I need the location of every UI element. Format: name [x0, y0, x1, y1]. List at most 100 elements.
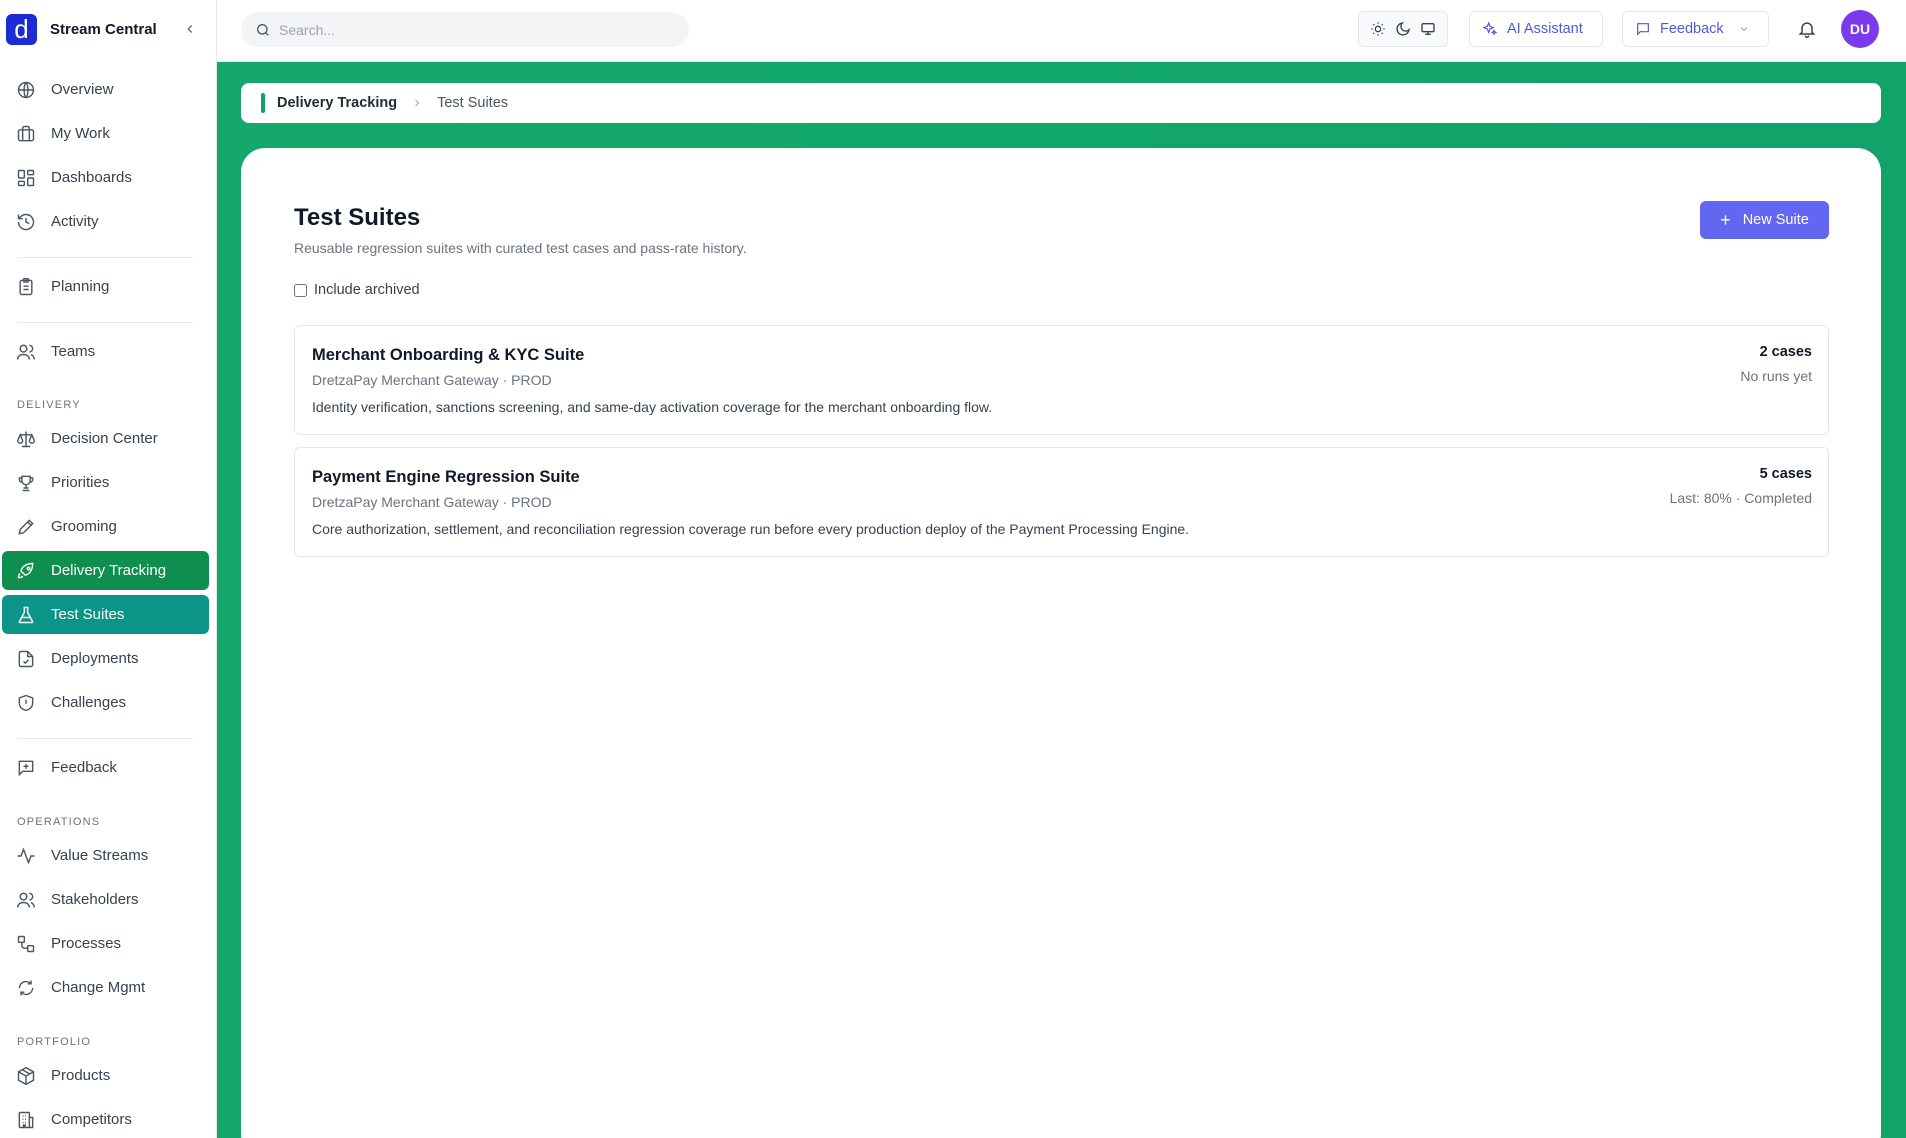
- sidebar-item-teams[interactable]: Teams: [2, 332, 209, 371]
- sidebar-item-label: Decision Center: [51, 430, 158, 447]
- sidebar-item-products[interactable]: Products: [2, 1056, 209, 1095]
- sidebar-item-label: Activity: [51, 213, 99, 230]
- briefcase-icon: [17, 125, 35, 141]
- shield-alert-icon: [18, 694, 34, 711]
- clipboard-icon: [19, 277, 33, 295]
- breadcrumb-current: Test Suites: [437, 95, 509, 111]
- sidebar-item-processes[interactable]: Processes: [2, 924, 209, 963]
- sidebar-item-label: Change Mgmt: [51, 979, 146, 996]
- sidebar-item-label: Planning: [51, 278, 110, 295]
- sidebar-item-my-work[interactable]: My Work: [2, 114, 209, 153]
- collapse-sidebar-icon[interactable]: [178, 17, 202, 41]
- top-bar: AI Assistant Feedback DU: [217, 0, 1906, 62]
- section-label-delivery: DELIVERY: [17, 399, 81, 411]
- workflow-icon: [17, 935, 35, 952]
- sidebar-item-feedback[interactable]: Feedback: [2, 748, 209, 787]
- sidebar-item-label: Stakeholders: [51, 891, 139, 908]
- users-icon: [16, 344, 36, 360]
- sidebar-item-label: Delivery Tracking: [51, 562, 167, 579]
- sidebar-item-test-suites[interactable]: Test Suites: [2, 595, 209, 634]
- moon-icon[interactable]: [1392, 18, 1414, 40]
- sidebar-item-label: Priorities: [51, 474, 110, 491]
- package-icon: [17, 1066, 35, 1085]
- brand-logo[interactable]: d: [6, 13, 37, 45]
- grid-icon: [17, 169, 35, 186]
- sidebar-item-priorities[interactable]: Priorities: [2, 463, 209, 502]
- sidebar-item-planning[interactable]: Planning: [2, 267, 209, 306]
- sidebar-item-activity[interactable]: Activity: [2, 202, 209, 241]
- theme-toggle-group: [1358, 11, 1448, 47]
- section-label-operations: OPERATIONS: [17, 816, 101, 828]
- sidebar-item-label: Teams: [51, 343, 96, 360]
- sun-icon[interactable]: [1367, 18, 1389, 40]
- pencil-icon: [18, 518, 34, 535]
- search-icon: [257, 23, 269, 36]
- building-icon: [18, 1111, 34, 1128]
- breadcrumb-accent: [261, 93, 265, 113]
- suite-run-status: No runs yet: [1740, 368, 1812, 384]
- sidebar-item-deployments[interactable]: Deployments: [2, 639, 209, 678]
- sidebar-item-change-mgmt[interactable]: Change Mgmt: [2, 968, 209, 1007]
- ai-assistant-button[interactable]: AI Assistant: [1469, 11, 1603, 47]
- suite-run-status: Last: 80% · Completed: [1669, 490, 1812, 506]
- rocket-icon: [17, 562, 34, 578]
- sidebar-item-label: Feedback: [51, 759, 117, 776]
- message-square-icon: [1637, 23, 1649, 36]
- sidebar-item-label: Test Suites: [51, 606, 125, 623]
- monitor-icon[interactable]: [1417, 18, 1439, 40]
- ai-assistant-label: AI Assistant: [1507, 21, 1583, 37]
- sidebar-item-label: My Work: [51, 125, 110, 142]
- sidebar-item-label: Processes: [51, 935, 122, 952]
- avatar[interactable]: DU: [1841, 10, 1879, 48]
- sidebar-item-delivery-tracking[interactable]: Delivery Tracking: [2, 551, 209, 590]
- section-label-portfolio: PORTFOLIO: [17, 1036, 92, 1048]
- include-archived-toggle[interactable]: Include archived: [294, 282, 420, 298]
- sidebar-item-competitors[interactable]: Competitors: [2, 1100, 209, 1138]
- sidebar-item-label: Competitors: [51, 1111, 132, 1128]
- users-icon: [16, 892, 36, 908]
- suite-title: Merchant Onboarding & KYC Suite: [312, 346, 585, 364]
- sidebar-item-grooming[interactable]: Grooming: [2, 507, 209, 546]
- page-title: Test Suites: [294, 204, 421, 231]
- sidebar-item-overview[interactable]: Overview: [2, 70, 209, 109]
- plus-icon: +: [1720, 210, 1731, 230]
- divider: [18, 738, 193, 739]
- sidebar-item-label: Deployments: [51, 650, 139, 667]
- chevron-down-icon: [1740, 27, 1748, 32]
- globe-icon: [17, 81, 35, 98]
- search-box[interactable]: [241, 12, 689, 47]
- message-plus-icon: [18, 760, 34, 776]
- suite-card[interactable]: Merchant Onboarding & KYC Suite DretzaPa…: [294, 325, 1829, 435]
- new-suite-label: New Suite: [1742, 212, 1809, 228]
- sidebar-item-challenges[interactable]: Challenges: [2, 683, 209, 722]
- chevron-right-icon: [411, 97, 423, 109]
- sidebar-item-dashboards[interactable]: Dashboards: [2, 158, 209, 197]
- scale-icon: [16, 431, 36, 447]
- sidebar-item-decision-center[interactable]: Decision Center: [2, 419, 209, 458]
- feedback-label: Feedback: [1660, 21, 1724, 37]
- sidebar: d Stream Central Overview My Work Dashbo…: [0, 0, 217, 1138]
- search-input[interactable]: [279, 21, 659, 38]
- bell-icon[interactable]: [1795, 17, 1819, 41]
- sidebar-item-label: Challenges: [51, 694, 127, 711]
- suite-case-count: 5 cases: [1759, 466, 1812, 482]
- suite-description: Core authorization, settlement, and reco…: [312, 521, 1190, 537]
- feedback-button[interactable]: Feedback: [1622, 11, 1769, 47]
- suite-case-count: 2 cases: [1759, 344, 1812, 360]
- include-archived-checkbox[interactable]: [294, 283, 307, 297]
- refresh-icon: [18, 980, 34, 995]
- new-suite-button[interactable]: + New Suite: [1700, 201, 1829, 239]
- brand: d Stream Central: [0, 0, 216, 58]
- suite-title: Payment Engine Regression Suite: [312, 468, 580, 486]
- suite-card[interactable]: Payment Engine Regression Suite DretzaPa…: [294, 447, 1829, 557]
- sidebar-item-label: Value Streams: [51, 847, 149, 864]
- sidebar-item-stakeholders[interactable]: Stakeholders: [2, 880, 209, 919]
- breadcrumb: Delivery Tracking Test Suites: [241, 83, 1881, 123]
- sidebar-item-value-streams[interactable]: Value Streams: [2, 836, 209, 875]
- breadcrumb-parent[interactable]: Delivery Tracking: [277, 95, 397, 111]
- sidebar-item-label: Overview: [51, 81, 114, 98]
- file-check-icon: [18, 650, 34, 667]
- suite-meta: DretzaPay Merchant Gateway · PROD: [312, 372, 552, 388]
- flask-icon: [18, 606, 34, 623]
- activity-icon: [17, 846, 35, 865]
